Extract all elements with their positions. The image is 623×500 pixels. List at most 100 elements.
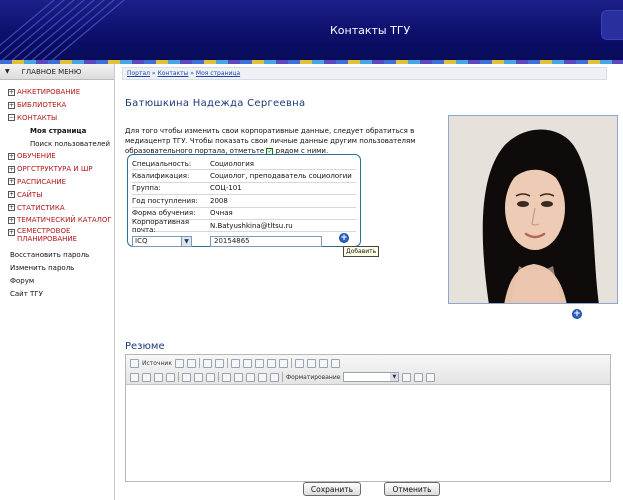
app-header: Контакты ТГУ <box>0 0 623 62</box>
source-button-label[interactable]: Источник <box>142 360 172 367</box>
menu-item-ankety[interactable]: + АНКЕТИРОВАНИЕ <box>8 86 114 99</box>
link-icon[interactable] <box>182 372 191 382</box>
breadcrumb-contacts[interactable]: Контакты <box>158 70 189 77</box>
info-value: СОЦ-101 <box>210 184 242 193</box>
privacy-instructions: Для того чтобы изменить свои корпоративн… <box>125 126 447 156</box>
menu-item-label: ОРГСТРУКТУРА И ШР <box>17 165 93 174</box>
flash-icon[interactable] <box>234 372 243 382</box>
info-key: Форма обучения: <box>132 209 196 218</box>
editor-toolbar: Источник Форматирование ▼ <box>126 355 610 385</box>
expand-plus-icon[interactable]: + <box>8 204 15 212</box>
toolbar-row-1: Источник <box>130 357 340 369</box>
resume-editor: Источник Форматирование ▼ <box>125 354 611 482</box>
menu-item-label: ОБУЧЕНИЕ <box>17 152 56 161</box>
main-content: Портал » Контакты » Моя страница Батюшки… <box>117 64 618 500</box>
submenu-my-page[interactable]: Моя страница <box>8 124 114 137</box>
collapse-minus-icon[interactable]: − <box>8 114 15 122</box>
info-row: Год поступления: 2008 <box>132 195 356 208</box>
format-select[interactable]: ▼ <box>343 372 400 382</box>
info-row: Специальность: Социология <box>132 158 356 171</box>
menu-item-catalog[interactable]: + ТЕМАТИЧЕСКИЙ КАТАЛОГ <box>8 214 114 227</box>
add-contact-plus-icon[interactable]: + <box>339 233 349 243</box>
strikethrough-icon[interactable] <box>254 358 264 368</box>
menu-item-education[interactable]: + ОБУЧЕНИЕ <box>8 150 114 163</box>
info-key: Группа: <box>132 184 161 193</box>
expand-plus-icon[interactable]: + <box>8 228 15 236</box>
link-change-password[interactable]: Изменить пароль <box>0 262 114 275</box>
contact-type-select[interactable]: ICQ ▼ <box>132 235 192 247</box>
italic-icon[interactable] <box>242 358 252 368</box>
special-char-icon[interactable] <box>270 372 279 382</box>
menu-item-schedule[interactable]: + РАСПИСАНИЕ <box>8 176 114 189</box>
cancel-button[interactable]: Отменить <box>384 482 440 496</box>
header-corner-tab <box>601 10 623 40</box>
menu-item-label: СЕМЕСТРОВОЕ ПЛАНИРОВАНИЕ <box>17 226 78 243</box>
submenu-user-search[interactable]: Поиск пользователей <box>8 137 114 150</box>
anchor-icon[interactable] <box>206 372 215 382</box>
main-menu-header[interactable]: ▼ ГЛАВНОЕ МЕНЮ <box>0 64 114 80</box>
breadcrumb-my-page[interactable]: Моя страница <box>196 70 240 77</box>
align-left-icon[interactable] <box>130 372 139 382</box>
text-color-icon[interactable] <box>402 372 412 382</box>
maximize-icon[interactable] <box>414 372 424 382</box>
subscript-icon[interactable] <box>266 358 276 368</box>
help-icon[interactable] <box>426 372 436 382</box>
sidebar-links: Восстановить пароль Изменить пароль Фору… <box>0 249 114 301</box>
chevron-down-icon[interactable]: ▼ <box>181 236 191 246</box>
toolbar-separator <box>290 358 292 368</box>
add-photo-plus-icon[interactable]: + <box>572 309 582 319</box>
menu-item-statistics[interactable]: + СТАТИСТИКА <box>8 201 114 214</box>
contact-type-value: ICQ <box>135 237 148 246</box>
info-value: N.Batyushkina@tltsu.ru <box>210 221 293 230</box>
expand-plus-icon[interactable]: + <box>8 191 15 199</box>
horizontal-rule-icon[interactable] <box>258 372 267 382</box>
outdent-icon[interactable] <box>318 358 328 368</box>
redo-icon[interactable] <box>186 358 196 368</box>
format-label: Форматирование <box>286 373 341 381</box>
resume-title: Резюме <box>125 341 165 352</box>
menu-item-label: СТАТИСТИКА <box>17 203 65 212</box>
expand-plus-icon[interactable]: + <box>8 216 15 224</box>
menu-item-library[interactable]: + БИБЛИОТЕКА <box>8 99 114 112</box>
link-tgu-site[interactable]: Сайт ТГУ <box>0 288 114 301</box>
save-button[interactable]: Сохранить <box>303 482 361 496</box>
bullet-list-icon[interactable] <box>306 358 316 368</box>
menu-item-label: КОНТАКТЫ <box>17 113 58 122</box>
editor-text-area[interactable] <box>126 385 610 481</box>
menu-item-contacts[interactable]: − КОНТАКТЫ <box>8 112 114 125</box>
undo-icon[interactable] <box>174 358 184 368</box>
menu-item-label: ТЕМАТИЧЕСКИЙ КАТАЛОГ <box>17 216 112 225</box>
menu-item-orgstructure[interactable]: + ОРГСТРУКТУРА И ШР <box>8 163 114 176</box>
expand-plus-icon[interactable]: + <box>8 88 15 96</box>
replace-icon[interactable] <box>214 358 224 368</box>
align-justify-icon[interactable] <box>166 372 175 382</box>
unlink-icon[interactable] <box>194 372 203 382</box>
find-icon[interactable] <box>202 358 212 368</box>
expand-plus-icon[interactable]: + <box>8 152 15 160</box>
profile-name: Батюшкина Надежда Сергеевна <box>125 98 306 109</box>
chevron-down-icon[interactable]: ▼ <box>390 373 399 381</box>
menu-item-label: САЙТЫ <box>17 190 43 199</box>
link-forum[interactable]: Форум <box>0 275 114 288</box>
info-key: Год поступления: <box>132 196 198 205</box>
align-right-icon[interactable] <box>154 372 163 382</box>
expand-plus-icon[interactable]: + <box>8 178 15 186</box>
breadcrumb-separator: » <box>150 70 158 77</box>
expand-plus-icon[interactable]: + <box>8 165 15 173</box>
align-center-icon[interactable] <box>142 372 151 382</box>
info-key: Квалификация: <box>132 172 190 181</box>
superscript-icon[interactable] <box>278 358 288 368</box>
menu-item-sites[interactable]: + САЙТЫ <box>8 188 114 201</box>
image-icon[interactable] <box>222 372 231 382</box>
source-icon[interactable] <box>130 358 139 368</box>
breadcrumb-portal[interactable]: Портал <box>127 70 150 77</box>
bold-icon[interactable] <box>230 358 240 368</box>
menu-item-semester-planning[interactable]: + СЕМЕСТРОВОЕ ПЛАНИРОВАНИЕ <box>8 227 114 249</box>
info-key: Специальность: <box>132 159 192 168</box>
indent-icon[interactable] <box>330 358 340 368</box>
contact-value-input[interactable]: 20154865 <box>210 235 322 247</box>
numbered-list-icon[interactable] <box>294 358 304 368</box>
table-icon[interactable] <box>246 372 255 382</box>
expand-plus-icon[interactable]: + <box>8 101 15 109</box>
link-restore-password[interactable]: Восстановить пароль <box>0 249 114 262</box>
